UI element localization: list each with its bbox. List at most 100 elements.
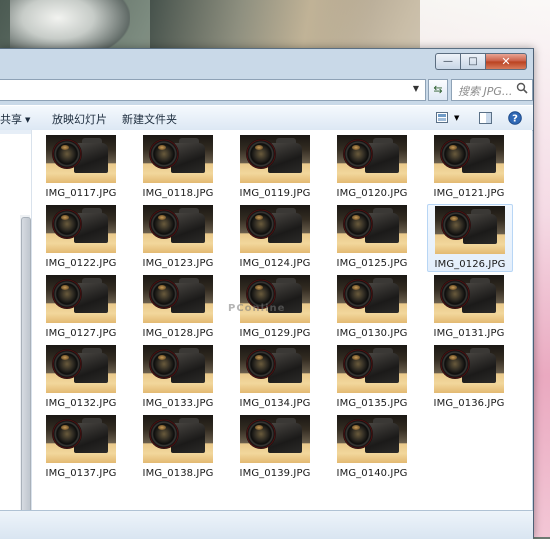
file-item[interactable]: IMG_0134.JPG <box>233 344 317 410</box>
close-button[interactable]: ✕ <box>485 53 527 70</box>
file-name-label: IMG_0130.JPG <box>336 328 408 339</box>
file-item[interactable]: IMG_0140.JPG <box>330 414 414 480</box>
chevron-down-icon: ▼ <box>454 113 460 122</box>
file-name-label: IMG_0126.JPG <box>434 259 506 270</box>
file-item[interactable]: IMG_0130.JPG <box>330 274 414 340</box>
photo-thumbnail <box>337 415 407 463</box>
search-placeholder: 搜索 JPG... <box>458 85 513 98</box>
photo-thumbnail <box>337 345 407 393</box>
scrollbar-thumb[interactable] <box>21 217 31 531</box>
file-name-label: IMG_0136.JPG <box>433 398 505 409</box>
file-item[interactable]: IMG_0137.JPG <box>39 414 123 480</box>
photo-thumbnail <box>46 135 116 183</box>
file-name-label: IMG_0140.JPG <box>336 468 408 479</box>
file-name-label: IMG_0134.JPG <box>239 398 311 409</box>
preview-pane-icon <box>479 111 492 124</box>
minimize-button[interactable]: — <box>435 53 460 70</box>
file-name-label: IMG_0129.JPG <box>239 328 311 339</box>
preview-pane-button[interactable] <box>479 109 492 126</box>
photo-thumbnail <box>46 415 116 463</box>
refresh-button[interactable]: ⇆ <box>428 79 448 101</box>
file-item[interactable]: IMG_0117.JPG <box>39 134 123 200</box>
file-name-label: IMG_0118.JPG <box>142 188 214 199</box>
address-bar[interactable] <box>0 79 426 101</box>
svg-text:?: ? <box>512 113 518 124</box>
file-name-label: IMG_0139.JPG <box>239 468 311 479</box>
file-name-label: IMG_0128.JPG <box>142 328 214 339</box>
file-item[interactable]: IMG_0125.JPG <box>330 204 414 270</box>
file-list: IMG_0117.JPG IMG_0118.JPG IMG_0119.JPG IMG_… <box>32 130 532 510</box>
file-name-label: IMG_0131.JPG <box>433 328 505 339</box>
photo-thumbnail <box>143 205 213 253</box>
file-name-label: IMG_0124.JPG <box>239 258 311 269</box>
new-folder-label: 新建文件夹 <box>122 113 177 126</box>
maximize-button[interactable]: □ <box>460 53 485 70</box>
slideshow-button[interactable]: 放映幻灯片 <box>52 111 107 127</box>
file-name-label: IMG_0117.JPG <box>45 188 117 199</box>
file-name-label: IMG_0125.JPG <box>336 258 408 269</box>
photo-thumbnail <box>46 205 116 253</box>
file-name-label: IMG_0135.JPG <box>336 398 408 409</box>
file-item[interactable]: IMG_0127.JPG <box>39 274 123 340</box>
details-pane <box>0 510 533 539</box>
photo-thumbnail <box>143 135 213 183</box>
photo-thumbnail <box>337 275 407 323</box>
view-options-icon <box>436 112 448 123</box>
photo-thumbnail <box>435 206 505 254</box>
file-item[interactable]: IMG_0121.JPG <box>427 134 511 200</box>
photo-thumbnail <box>434 135 504 183</box>
photo-thumbnail <box>46 345 116 393</box>
file-item[interactable]: IMG_0131.JPG <box>427 274 511 340</box>
file-name-label: IMG_0132.JPG <box>45 398 117 409</box>
help-button[interactable]: ? <box>508 109 522 126</box>
chevron-down-icon: ▼ <box>25 116 31 124</box>
file-item[interactable]: IMG_0138.JPG <box>136 414 220 480</box>
photo-thumbnail <box>143 345 213 393</box>
file-name-label: IMG_0133.JPG <box>142 398 214 409</box>
file-item[interactable]: IMG_0135.JPG <box>330 344 414 410</box>
share-label: 共享 <box>0 113 22 126</box>
file-item[interactable]: IMG_0128.JPG <box>136 274 220 340</box>
file-item[interactable]: IMG_0136.JPG <box>427 344 511 410</box>
caption-buttons: — □ ✕ <box>435 53 527 70</box>
view-options-button[interactable]: ▼ <box>436 109 459 126</box>
photo-thumbnail <box>46 275 116 323</box>
file-item[interactable]: IMG_0124.JPG <box>233 204 317 270</box>
nav-scrollbar[interactable] <box>20 215 31 531</box>
file-item[interactable]: IMG_0123.JPG <box>136 204 220 270</box>
file-name-label: IMG_0120.JPG <box>336 188 408 199</box>
photo-thumbnail <box>337 135 407 183</box>
photo-thumbnail <box>240 275 310 323</box>
share-menu[interactable]: 共享 ▼ <box>0 111 30 127</box>
new-folder-button[interactable]: 新建文件夹 <box>122 111 177 127</box>
file-item[interactable]: IMG_0118.JPG <box>136 134 220 200</box>
command-toolbar: 共享 ▼ 放映幻灯片 新建文件夹 ▼ ? <box>0 105 533 131</box>
photo-thumbnail <box>434 275 504 323</box>
file-name-label: IMG_0137.JPG <box>45 468 117 479</box>
file-name-label: IMG_0121.JPG <box>433 188 505 199</box>
file-item[interactable]: IMG_0132.JPG <box>39 344 123 410</box>
file-item[interactable]: IMG_0120.JPG <box>330 134 414 200</box>
photo-thumbnail <box>240 205 310 253</box>
file-name-label: IMG_0123.JPG <box>142 258 214 269</box>
navigation-pane[interactable] <box>0 130 32 531</box>
file-item[interactable]: IMG_0119.JPG <box>233 134 317 200</box>
search-input[interactable]: 搜索 JPG... <box>451 79 533 101</box>
nav-selected-item <box>0 130 31 134</box>
photo-thumbnail <box>143 275 213 323</box>
file-item[interactable]: IMG_0126.JPG <box>427 204 513 272</box>
photo-thumbnail <box>240 415 310 463</box>
file-item[interactable]: IMG_0139.JPG <box>233 414 317 480</box>
file-name-label: IMG_0122.JPG <box>45 258 117 269</box>
file-name-label: IMG_0127.JPG <box>45 328 117 339</box>
help-icon: ? <box>508 110 522 125</box>
dropdown-arrow-icon[interactable]: ▼ <box>408 82 424 96</box>
photo-thumbnail <box>434 345 504 393</box>
file-name-label: IMG_0138.JPG <box>142 468 214 479</box>
photo-thumbnail <box>240 345 310 393</box>
photo-thumbnail <box>143 415 213 463</box>
file-item[interactable]: IMG_0133.JPG <box>136 344 220 410</box>
file-item[interactable]: IMG_0122.JPG <box>39 204 123 270</box>
file-name-label: IMG_0119.JPG <box>239 188 311 199</box>
photo-thumbnail <box>337 205 407 253</box>
